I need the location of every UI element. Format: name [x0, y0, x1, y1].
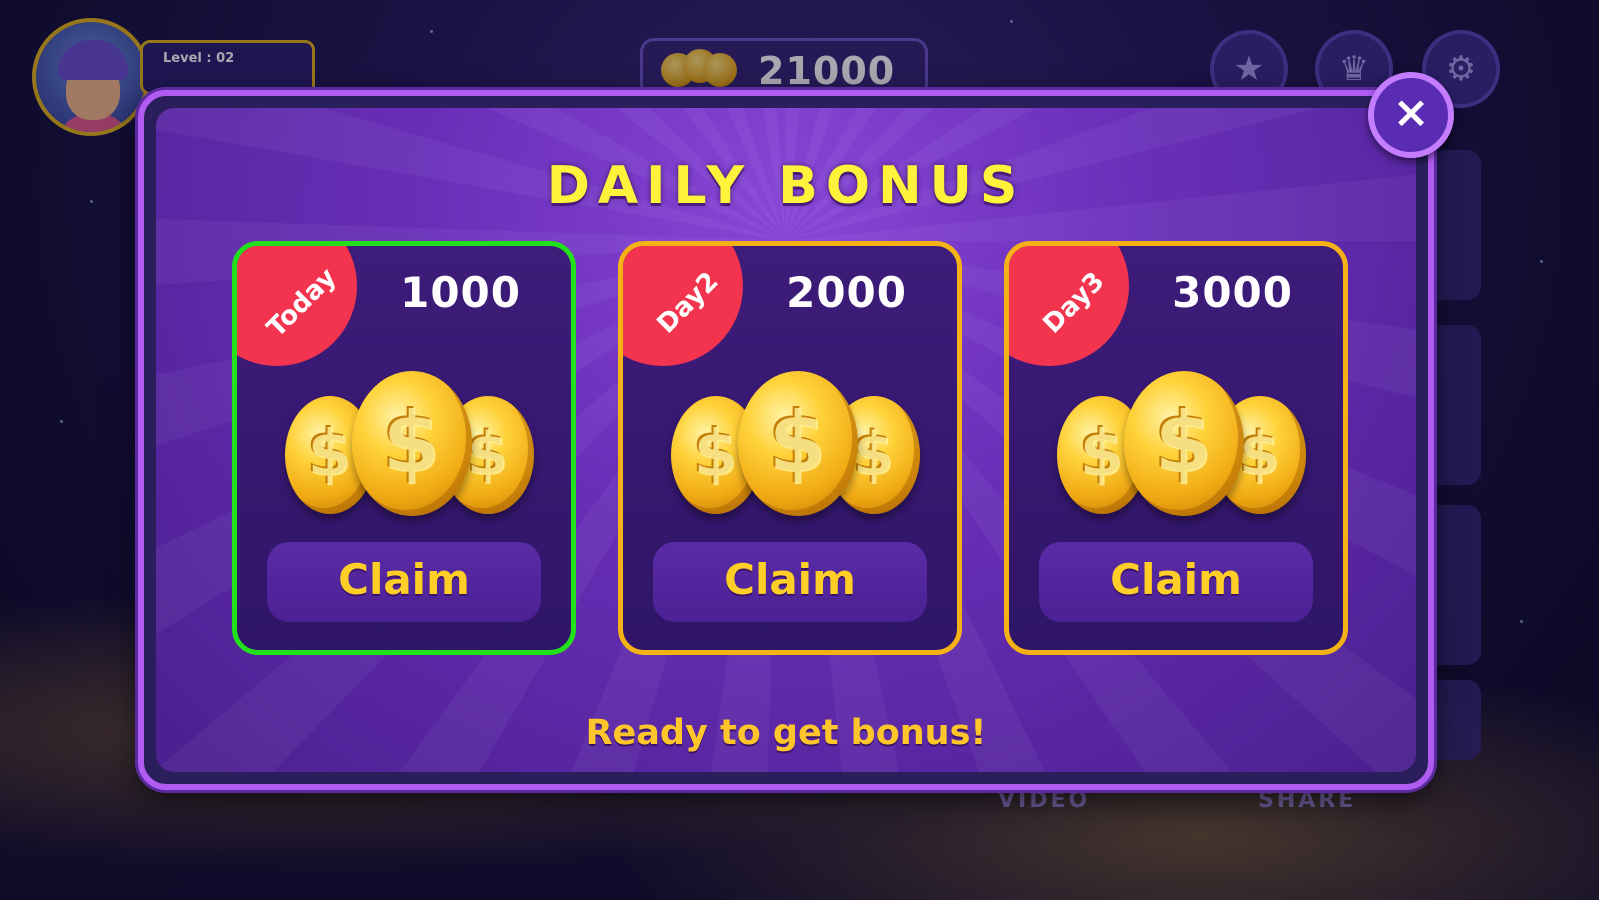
bonus-amount: 1000 — [400, 268, 521, 317]
bonus-status-message: Ready to get bonus! — [585, 713, 987, 753]
close-button[interactable]: × — [1368, 72, 1454, 158]
dialog-body: DAILY BONUS Today 1000 $ $ $ Claim Day2 … — [156, 108, 1416, 772]
bonus-amount: 2000 — [786, 268, 907, 317]
coin-icon: $ — [352, 371, 472, 516]
claim-button[interactable]: Claim — [267, 542, 541, 622]
dialog-title: DAILY BONUS — [546, 156, 1026, 216]
bonus-card-day2[interactable]: Day2 2000 $ $ $ Claim — [618, 241, 962, 655]
claim-button[interactable]: Claim — [1039, 542, 1313, 622]
daily-bonus-dialog: DAILY BONUS Today 1000 $ $ $ Claim Day2 … — [138, 90, 1434, 790]
coin-icon: $ — [1124, 371, 1244, 516]
bonus-card-day3[interactable]: Day3 3000 $ $ $ Claim — [1004, 241, 1348, 655]
close-icon: × — [1392, 87, 1430, 138]
coin-icon: $ — [738, 371, 858, 516]
bonus-card-today[interactable]: Today 1000 $ $ $ Claim — [232, 241, 576, 655]
bonus-amount: 3000 — [1172, 268, 1293, 317]
claim-button[interactable]: Claim — [653, 542, 927, 622]
